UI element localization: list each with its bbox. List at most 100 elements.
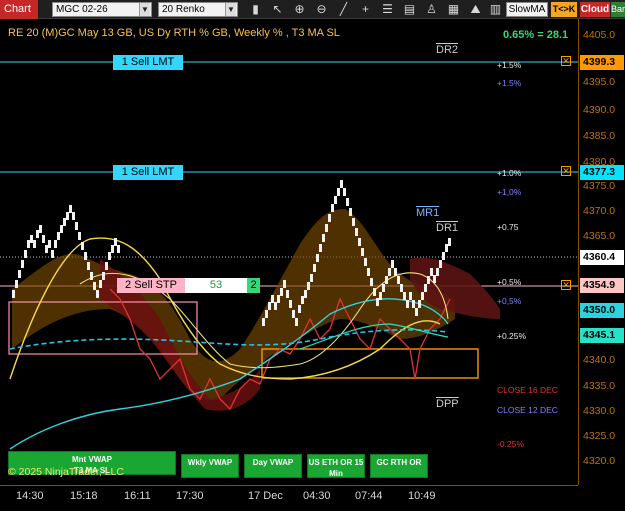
renko-brick	[289, 300, 292, 308]
renko-brick	[379, 292, 382, 300]
renko-brick	[445, 244, 448, 252]
time-tick: 14:30	[16, 490, 44, 502]
plus-0-5-pct-label: +0.5%	[497, 277, 522, 287]
renko-brick	[418, 300, 421, 308]
close-12-dec-label: CLOSE 12 DEC	[497, 405, 558, 415]
sell-limit-price-box-1: 4399.3	[580, 55, 624, 70]
renko-brick	[111, 245, 114, 253]
plus-1-5-pct-weekly-label: +1.5%	[497, 78, 522, 88]
renko-brick	[415, 308, 418, 316]
chevron-down-icon: ▼	[139, 3, 150, 16]
renko-brick	[69, 205, 72, 213]
time-tick: 15:18	[70, 490, 98, 502]
renko-brick	[325, 224, 328, 232]
renko-brick	[430, 268, 433, 276]
price-tick: 4330.0	[583, 405, 616, 417]
renko-brick	[424, 284, 427, 292]
vwap-price-box: 4350.0	[580, 303, 624, 318]
time-tick: 17:30	[176, 490, 204, 502]
chart-style-icon[interactable]: ▥	[488, 2, 503, 17]
template-icon[interactable]: ▦	[446, 2, 461, 17]
copyright-text: © 2025 NinjaTrader, LLC	[8, 466, 124, 478]
tk-button[interactable]: T<>K	[551, 2, 577, 17]
sell-limit-price-box-2: 4377.3	[580, 165, 624, 180]
renko-brick	[343, 188, 346, 196]
chart-tab[interactable]: Chart	[0, 0, 38, 19]
bars-icon[interactable]: ▮	[248, 2, 263, 17]
renko-brick	[301, 296, 304, 304]
cancel-stop-icon[interactable]: ✕	[561, 280, 571, 290]
stop-qty-box[interactable]: 2	[247, 278, 260, 293]
stop-ticks-box[interactable]: 53	[185, 278, 247, 293]
us-eth-or-button[interactable]: US ETH OR 15 Min	[307, 454, 365, 478]
sell-limit-order-1[interactable]: 1 Sell LMT	[113, 55, 183, 70]
renko-brick	[397, 276, 400, 284]
renko-brick	[108, 252, 111, 260]
renko-brick	[36, 230, 39, 238]
wkly-vwap-button[interactable]: Wkly VWAP	[181, 454, 239, 478]
bar-type-value: 20 Renko	[162, 4, 205, 15]
renko-brick	[448, 238, 451, 246]
renko-brick	[355, 228, 358, 236]
strategy-icon[interactable]: ♙	[424, 2, 439, 17]
pointer-icon[interactable]: ↖	[270, 2, 285, 17]
instrument-value: MGC 02-26	[56, 4, 108, 15]
bar-type-selector[interactable]: 20 Renko ▼	[158, 2, 238, 17]
instrument-selector[interactable]: MGC 02-26 ▼	[52, 2, 152, 17]
mountain-icon[interactable]: ⛰	[468, 2, 483, 17]
renko-brick	[87, 262, 90, 270]
close-16-dec-label: CLOSE 16 DEC	[497, 385, 558, 395]
renko-brick	[403, 292, 406, 300]
renko-brick	[12, 290, 15, 298]
renko-brick	[60, 225, 63, 233]
renko-brick	[39, 225, 42, 233]
renko-brick	[319, 244, 322, 252]
price-chart-canvas[interactable]	[0, 19, 578, 485]
price-tick: 4405.0	[583, 29, 616, 41]
crosshair-icon[interactable]: +	[358, 2, 373, 17]
renko-brick	[271, 295, 274, 303]
day-vwap-button[interactable]: Day VWAP	[244, 454, 302, 478]
renko-brick	[361, 248, 364, 256]
plus-1-0-pct-weekly-label: +1,0%	[497, 187, 522, 197]
gc-rth-or-button[interactable]: GC RTH OR	[370, 454, 428, 478]
zoom-out-icon[interactable]: ⊖	[314, 2, 329, 17]
renko-brick	[370, 278, 373, 286]
sell-stop-order[interactable]: 2 Sell STP	[117, 278, 185, 293]
renko-brick	[385, 276, 388, 284]
renko-brick	[268, 302, 271, 310]
line-tool-icon[interactable]: ╱	[336, 2, 351, 17]
renko-brick	[15, 280, 18, 288]
cancel-order-1-icon[interactable]: ✕	[561, 56, 571, 66]
bar-button[interactable]: Bar	[611, 2, 625, 17]
cancel-order-2-icon[interactable]: ✕	[561, 166, 571, 176]
time-tick: 16:11	[124, 490, 151, 502]
renko-brick	[313, 264, 316, 272]
renko-brick	[322, 234, 325, 242]
renko-brick	[48, 240, 51, 248]
plus-1-5-pct-label: +1.5%	[497, 60, 522, 70]
indicators-icon[interactable]: ▤	[402, 2, 417, 17]
renko-brick	[66, 212, 69, 220]
price-tick: 4370.0	[583, 205, 616, 217]
time-tick: 07:44	[355, 490, 383, 502]
ma-price-box: 4345.1	[580, 328, 624, 343]
renko-brick	[274, 302, 277, 310]
renko-brick	[400, 284, 403, 292]
renko-brick	[412, 300, 415, 308]
renko-brick	[96, 290, 99, 298]
plus-0-5-pct-weekly-label: +0,5%	[497, 296, 522, 306]
renko-brick	[30, 235, 33, 243]
time-tick: 04:30	[303, 490, 331, 502]
properties-icon[interactable]: ☰	[380, 2, 395, 17]
slowma-button[interactable]: SlowMA	[506, 2, 548, 17]
time-tick: 10:49	[408, 490, 436, 502]
renko-brick	[90, 272, 93, 280]
renko-brick	[78, 232, 81, 240]
sell-limit-order-2[interactable]: 1 Sell LMT	[113, 165, 183, 180]
renko-brick	[84, 252, 87, 260]
cloud-button[interactable]: Cloud	[580, 2, 610, 17]
renko-brick	[346, 198, 349, 206]
zoom-in-icon[interactable]: ⊕	[292, 2, 307, 17]
renko-brick	[21, 260, 24, 268]
